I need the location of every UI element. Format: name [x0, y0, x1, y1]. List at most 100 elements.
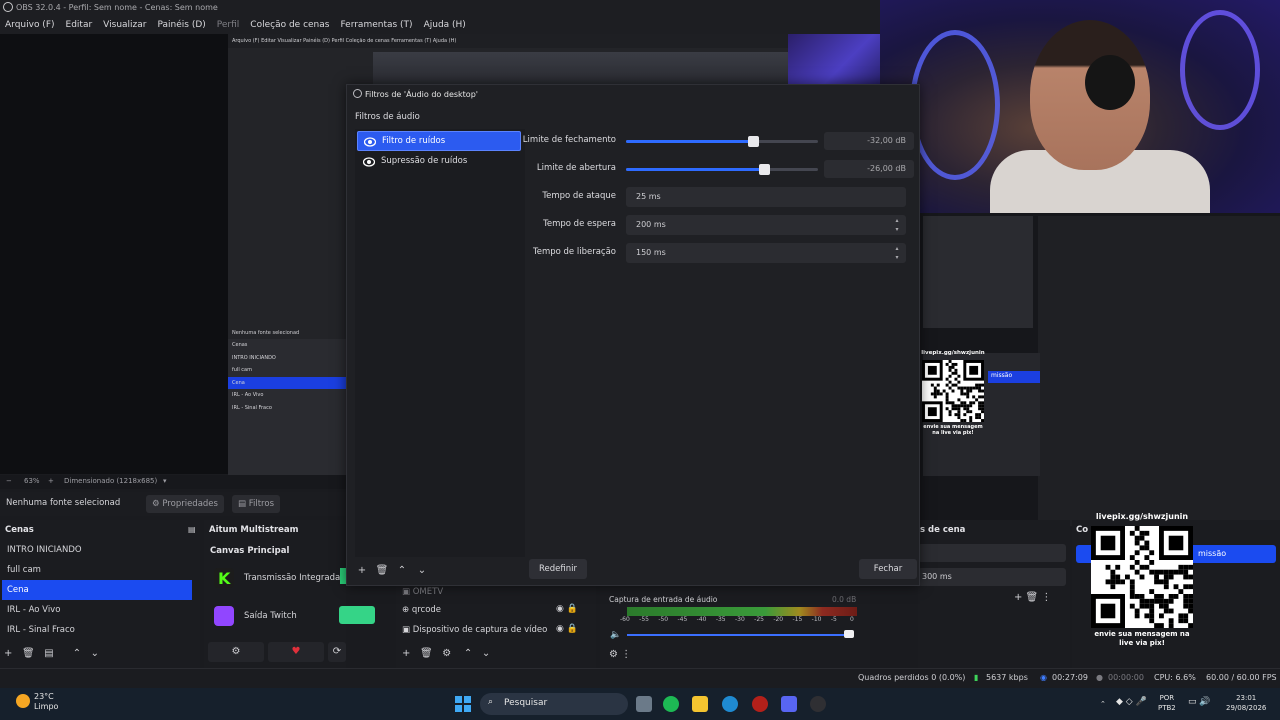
spotify-icon[interactable]	[663, 696, 679, 712]
scene-item-selected[interactable]: Cena	[2, 580, 192, 600]
scene-item[interactable]: IRL - Ao Vivo	[2, 600, 192, 620]
opera-icon[interactable]	[752, 696, 768, 712]
zoom-plus-icon[interactable]: +	[48, 477, 54, 485]
zoom-minus-icon[interactable]: −	[6, 477, 12, 485]
filter-list: Filtro de ruídos Supressão de ruídos	[355, 129, 525, 557]
obs-taskbar-icon[interactable]	[810, 696, 826, 712]
scale-mode[interactable]: Dimensionado (1218x685)	[64, 477, 157, 485]
menu-docks[interactable]: Painéis (D)	[152, 16, 211, 32]
volume-slider-handle[interactable]	[844, 630, 854, 638]
windows-taskbar: 23°C Limpo ⌕ Pesquisar ⌃ ◆ ◇ 🎤 POR PTB2 ▭ …	[0, 688, 1280, 720]
hold-time-input[interactable]: 200 ms ▴ ▾	[626, 215, 906, 235]
remove-source-icon[interactable]: 🗑	[420, 648, 433, 659]
menu-scene-collection[interactable]: Coleção de cenas	[245, 16, 335, 32]
nested-panel-a	[923, 216, 1033, 328]
taskbar-search[interactable]: ⌕ Pesquisar	[480, 693, 628, 715]
visibility-eye-icon[interactable]: ◉ 🔒	[556, 624, 578, 634]
close-button[interactable]: Fechar	[859, 559, 917, 579]
system-tray-icons[interactable]: ▭ 🔊	[1188, 697, 1211, 707]
kick-icon: K	[214, 568, 234, 588]
transition-toolbar[interactable]: + 🗑 ⋮	[1014, 592, 1051, 603]
task-view-icon[interactable]	[636, 696, 652, 712]
multistream-settings-button[interactable]: ⚙	[208, 642, 264, 662]
cpu-usage: CPU: 6.6%	[1154, 673, 1196, 682]
scenes-toolbar: + 🗑 ▤ ⌃ ⌄	[4, 648, 99, 659]
scene-item[interactable]: IRL - Sinal Fraco	[2, 620, 192, 640]
filter-item-noise-suppression[interactable]: Supressão de ruídos	[357, 152, 521, 172]
tray-icons[interactable]: ◆ ◇ 🎤	[1116, 697, 1147, 707]
move-down-icon[interactable]: ⌄	[413, 562, 431, 580]
move-down-icon[interactable]: ⌄	[482, 648, 490, 659]
release-time-input[interactable]: 150 ms ▴ ▾	[626, 243, 906, 263]
menu-view[interactable]: Visualizar	[98, 16, 152, 32]
open-threshold-slider[interactable]	[626, 164, 818, 175]
multistream-header: Aitum Multistream	[209, 525, 299, 535]
multistream-heart-button[interactable]: ♥	[268, 642, 324, 662]
properties-button[interactable]: ⚙ Propriedades	[146, 495, 224, 513]
neon-light-right	[1180, 10, 1260, 130]
close-threshold-slider[interactable]	[626, 136, 818, 147]
spin-arrows-icon[interactable]: ▴ ▾	[892, 244, 902, 262]
windows-start-icon[interactable]	[455, 696, 471, 715]
reset-button[interactable]: Redefinir	[529, 559, 587, 579]
output-name: Transmissão Integrada	[244, 573, 341, 583]
weather-widget[interactable]: 23°C Limpo	[34, 692, 58, 712]
source-item[interactable]: ▣ OMETV	[402, 587, 443, 597]
close-threshold-value[interactable]: -32,00 dB	[824, 132, 914, 150]
remove-scene-icon[interactable]: 🗑	[22, 648, 35, 659]
scene-transitions-dock: s de cena 300 ms + 🗑 ⋮	[918, 520, 1070, 668]
tray-overflow-icon[interactable]: ⌃	[1100, 699, 1106, 709]
attack-time-input[interactable]: 25 ms	[626, 187, 906, 207]
obs-logo-icon	[3, 2, 13, 12]
dock-menu-icon[interactable]: ▤	[188, 525, 196, 534]
move-down-icon[interactable]: ⌄	[91, 648, 99, 659]
source-item[interactable]: ⊕ qrcode	[402, 605, 441, 615]
move-up-icon[interactable]: ⌃	[464, 648, 472, 659]
neon-light-left	[910, 30, 1000, 180]
menu-help[interactable]: Ajuda (H)	[419, 16, 472, 32]
speaker-icon[interactable]: 🔈	[610, 630, 621, 640]
menu-profile[interactable]: Perfil	[212, 16, 246, 32]
weather-icon[interactable]	[16, 694, 30, 708]
twitch-toggle-button[interactable]	[339, 606, 375, 624]
filters-button[interactable]: ▤ Filtros	[232, 495, 280, 513]
filter-item-noise-gate[interactable]: Filtro de ruídos	[357, 131, 521, 151]
clock[interactable]: 23:01 29/08/2026	[1226, 693, 1266, 713]
input-language[interactable]: POR PTB2	[1158, 693, 1176, 713]
file-explorer-icon[interactable]	[692, 696, 708, 712]
transition-duration[interactable]: 300 ms	[918, 568, 1066, 586]
source-settings-icon[interactable]: ⚙	[442, 648, 451, 659]
menu-tools[interactable]: Ferramentas (T)	[335, 16, 418, 32]
discord-icon[interactable]	[781, 696, 797, 712]
menu-file[interactable]: Arquivo (F)	[0, 16, 61, 32]
remove-filter-icon[interactable]: 🗑	[373, 562, 391, 580]
slider-handle[interactable]	[759, 164, 771, 175]
add-filter-icon[interactable]: +	[353, 562, 371, 580]
meter-tick-label: -60	[620, 616, 630, 623]
source-item[interactable]: ▣ Dispositivo de captura de vídeo	[402, 625, 547, 635]
volume-slider[interactable]	[627, 634, 848, 636]
eye-icon[interactable]	[363, 137, 377, 150]
move-up-icon[interactable]: ⌃	[393, 562, 411, 580]
move-up-icon[interactable]: ⌃	[73, 648, 81, 659]
zoom-level[interactable]: 63%	[24, 477, 40, 485]
scene-item[interactable]: full cam	[2, 560, 192, 580]
mixer-channel-label: Captura de entrada de áudio	[609, 595, 718, 604]
fps: 60.00 / 60.00 FPS	[1206, 673, 1277, 682]
qr-overlay: livepix.gg/shwzjunin envie sua mensagem …	[1088, 510, 1196, 652]
visibility-eye-icon[interactable]: ◉ 🔒	[556, 604, 578, 614]
scene-filters-icon[interactable]: ▤	[44, 648, 53, 659]
add-source-icon[interactable]: +	[402, 648, 410, 659]
slider-handle[interactable]	[747, 136, 759, 147]
spin-arrows-icon[interactable]: ▴ ▾	[892, 216, 902, 234]
mixer-settings-icon[interactable]: ⚙ ⋮	[609, 649, 631, 660]
add-scene-icon[interactable]: +	[4, 648, 12, 659]
open-threshold-value[interactable]: -26,00 dB	[824, 160, 914, 178]
menu-edit[interactable]: Editar	[61, 16, 99, 32]
eye-icon[interactable]	[362, 157, 376, 170]
chevron-down-icon[interactable]: ▾	[163, 477, 167, 485]
multistream-refresh-button[interactable]: ⟳	[328, 642, 346, 662]
edge-icon[interactable]	[722, 696, 738, 712]
transition-dropdown[interactable]	[918, 544, 1066, 562]
scene-item[interactable]: INTRO INICIANDO	[2, 540, 192, 560]
